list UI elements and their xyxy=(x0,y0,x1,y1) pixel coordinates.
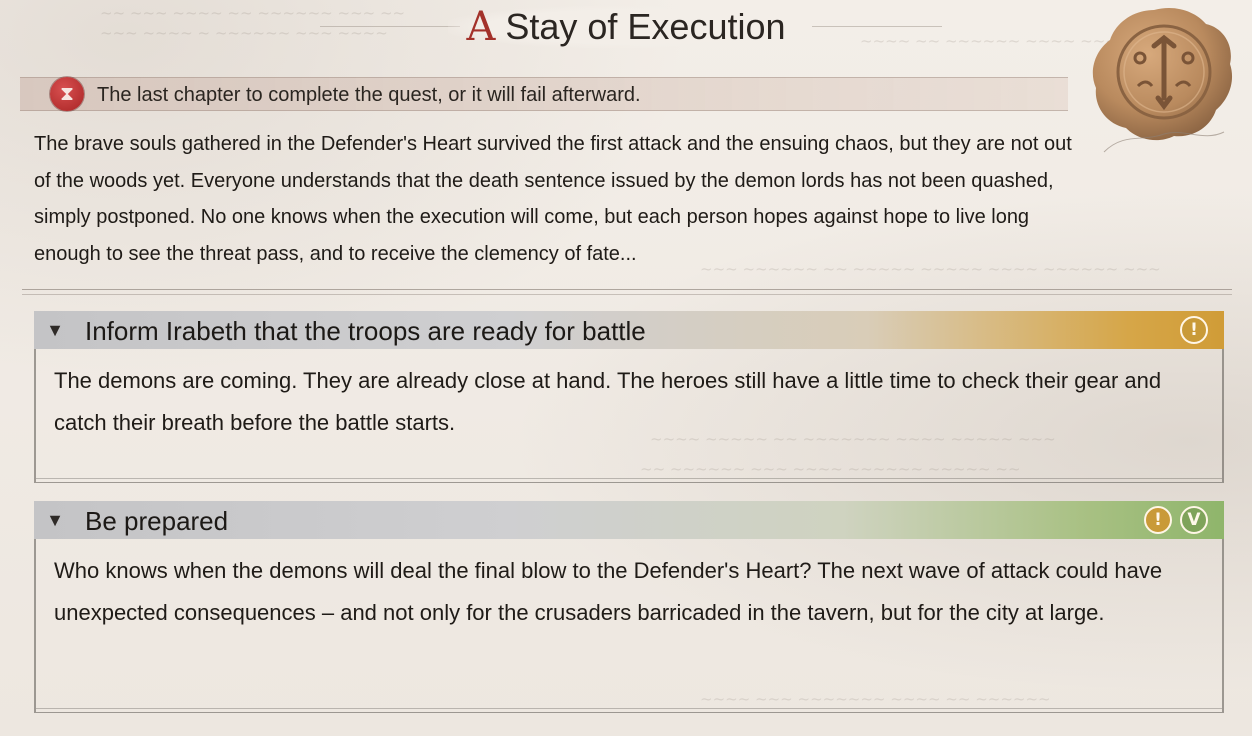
checkmark-icon: V xyxy=(1180,506,1208,534)
exclamation-icon: ! xyxy=(1144,506,1172,534)
objective-title: Inform Irabeth that the troops are ready… xyxy=(85,316,646,346)
wax-seal-icon xyxy=(1084,2,1242,160)
objective-header[interactable]: ▼ Be prepared ! V xyxy=(34,501,1224,539)
deadline-text: The last chapter to complete the quest, … xyxy=(97,84,641,106)
quest-rune-icon: A xyxy=(466,4,496,50)
objective-header[interactable]: ▼ Inform Irabeth that the troops are rea… xyxy=(34,311,1224,349)
exclamation-icon: ! xyxy=(1180,316,1208,344)
chevron-down-icon[interactable]: ▼ xyxy=(44,320,66,340)
quest-title: Stay of Execution xyxy=(505,6,786,47)
section-divider xyxy=(22,286,1232,300)
chevron-down-icon[interactable]: ▼ xyxy=(44,510,66,530)
quest-header: A Stay of Execution xyxy=(0,0,1252,56)
objective-item[interactable]: ▼ Be prepared ! V Who knows when the dem… xyxy=(34,501,1224,713)
objective-title: Be prepared xyxy=(85,506,229,536)
objective-description: Who knows when the demons will deal the … xyxy=(54,558,1163,625)
deadline-banner: ⧗ The last chapter to complete the quest… xyxy=(20,77,1068,111)
objective-description: The demons are coming. They are already … xyxy=(54,368,1162,435)
quest-description: The brave souls gathered in the Defender… xyxy=(34,133,1072,265)
hourglass-icon: ⧗ xyxy=(50,77,84,111)
objective-item[interactable]: ▼ Inform Irabeth that the troops are rea… xyxy=(34,311,1224,483)
